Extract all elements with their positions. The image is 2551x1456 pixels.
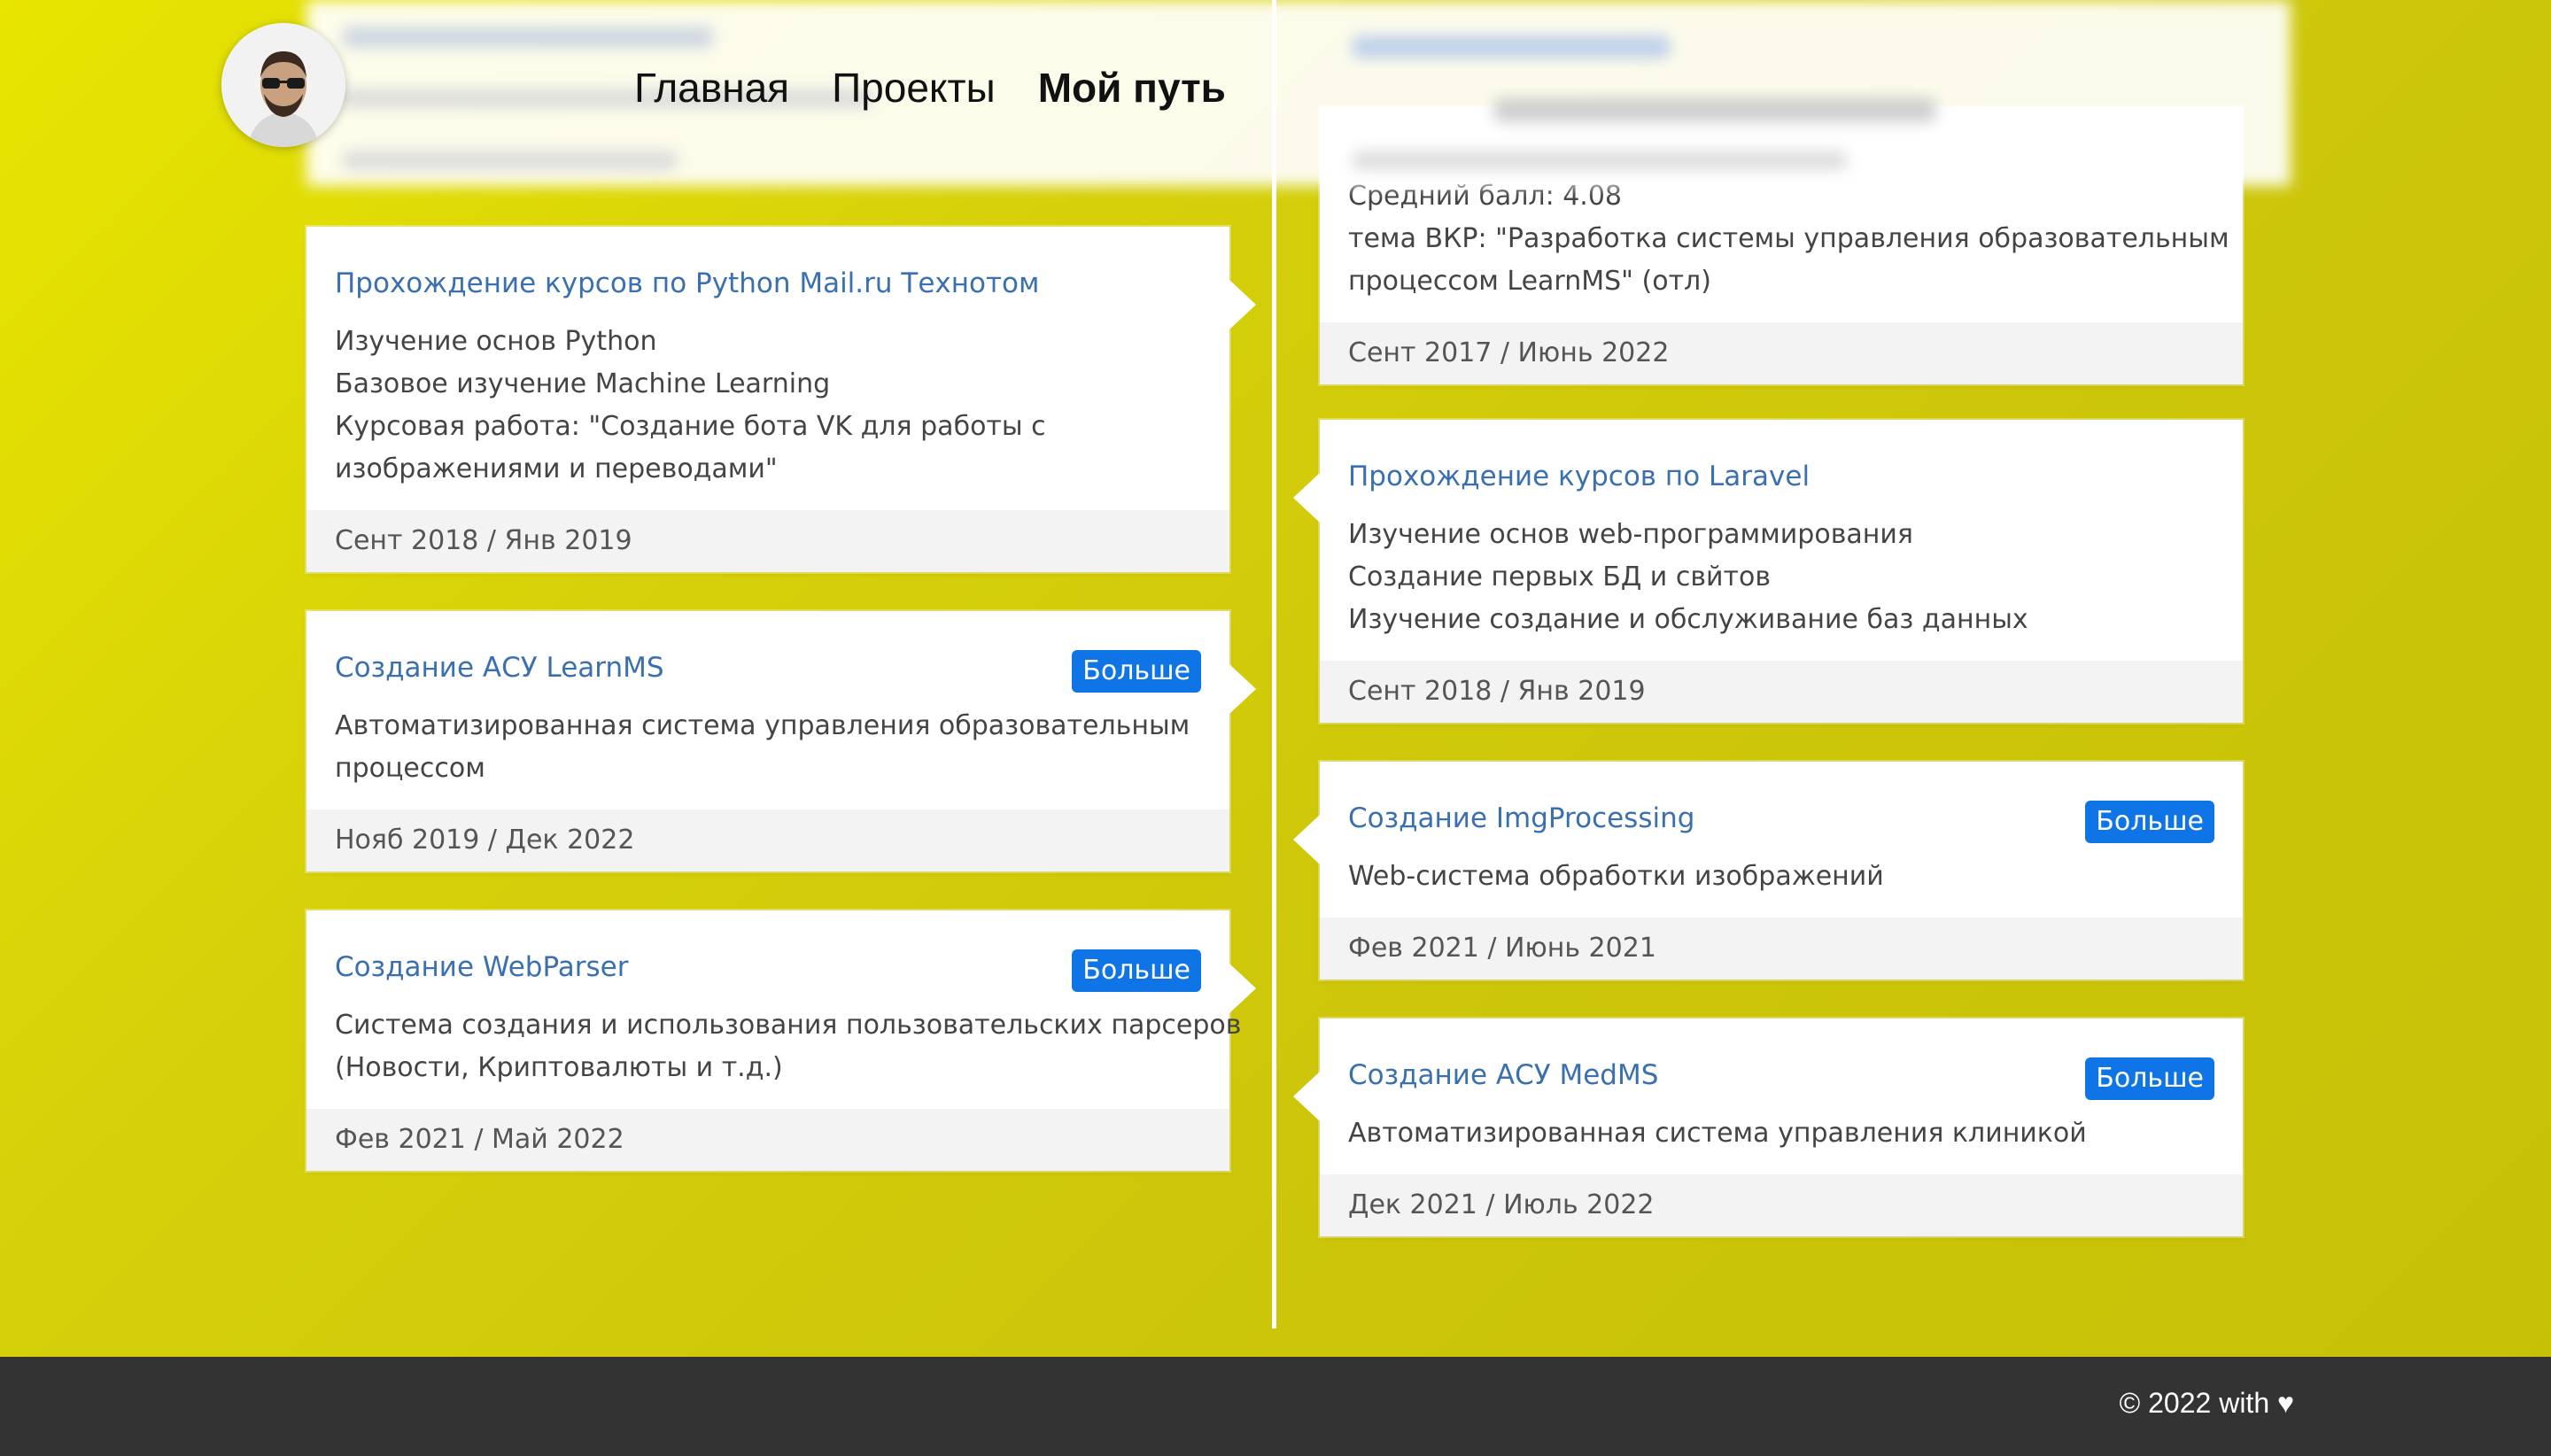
card-pointer — [1293, 1072, 1320, 1121]
card-description: Изучение основ Python Базовое изучение M… — [335, 321, 1201, 491]
card-dates: Фев 2021 / Июнь 2021 — [1320, 918, 2243, 980]
card-description: Средний балл: 4.08 тема ВКР: "Разработка… — [1348, 175, 2229, 303]
card-line: Базовое изучение Machine Learning — [335, 368, 831, 399]
card-line: Изучение создание и обслуживание баз дан… — [1348, 604, 2028, 635]
more-button[interactable]: Больше — [2085, 801, 2214, 843]
card-title: Создание ImgProcessing — [1348, 802, 1695, 834]
card-title: Прохождение курсов по Laravel — [1348, 461, 1811, 492]
header: Главная Проекты Мой путь — [0, 0, 2551, 186]
card-title: Создание АСУ LearnMS — [335, 652, 664, 684]
more-button[interactable]: Больше — [1072, 650, 1201, 693]
card-line: Автоматизированная система управления об… — [335, 710, 1190, 741]
timeline-card-python-course: Прохождение курсов по Python Mail.ru Тех… — [306, 227, 1256, 572]
card-line: Курсовая работа: "Создание бота VK для р… — [335, 411, 1046, 442]
card-title: Создание WebParser — [335, 951, 629, 983]
footer: © 2022 with ♥ — [0, 1357, 2551, 1456]
card-line: тема ВКР: "Разработка системы управления… — [1348, 223, 2229, 254]
timeline-card-imgprocessing: Создание ImgProcessing Больше Web-систем… — [1293, 762, 2243, 980]
card-dates: Нояб 2019 / Дек 2022 — [306, 809, 1229, 871]
card-line: процессом LearnMS" (отл) — [1348, 266, 1711, 297]
main-nav: Главная Проекты Мой путь — [634, 64, 1226, 112]
card-line: Система создания и использования пользов… — [335, 1010, 1242, 1041]
card-description: Web-система обработки изображений — [1348, 856, 2214, 898]
card-description: Изучение основ web-программирования Созд… — [1348, 514, 2214, 641]
card-description: Автоматизированная система управления кл… — [1348, 1112, 2214, 1155]
timeline-card-medms: Создание АСУ MedMS Больше Автоматизирова… — [1293, 1018, 2243, 1236]
card-pointer — [1229, 664, 1256, 714]
card-dates: Фев 2021 / Май 2022 — [306, 1109, 1229, 1171]
avatar[interactable] — [221, 23, 345, 147]
card-title: Прохождение курсов по Python Mail.ru Тех… — [335, 267, 1040, 299]
more-button[interactable]: Больше — [2085, 1057, 2214, 1100]
card-description: Автоматизированная система управления об… — [335, 705, 1201, 790]
card-line: Изучение основ web-программирования — [1348, 519, 1913, 550]
card-line: изображениями и переводами" — [335, 453, 778, 484]
card-dates: Сент 2018 / Янв 2019 — [306, 510, 1229, 572]
nav-link-my-path[interactable]: Мой путь — [1038, 64, 1226, 112]
card-pointer — [1293, 815, 1320, 864]
footer-copyright: © 2022 with ♥ — [2119, 1387, 2294, 1419]
card-line: (Новости, Криптовалюты и т.д.) — [335, 1052, 783, 1083]
timeline-card-learnms: Создание АСУ LearnMS Больше Автоматизиро… — [306, 611, 1256, 871]
timeline-line — [1272, 0, 1276, 1328]
card-title: Создание АСУ MedMS — [1348, 1059, 1659, 1091]
card-line: процессом — [335, 753, 485, 784]
nav-link-home[interactable]: Главная — [634, 64, 789, 112]
more-button[interactable]: Больше — [1072, 949, 1201, 992]
timeline-card-laravel-course: Прохождение курсов по Laravel Изучение о… — [1293, 420, 2243, 723]
card-line: Web-система обработки изображений — [1348, 861, 1884, 892]
card-line: Автоматизированная система управления кл… — [1348, 1118, 2087, 1149]
card-dates: Дек 2021 / Июль 2022 — [1320, 1174, 2243, 1236]
card-line: Создание первых БД и свйтов — [1348, 561, 1772, 592]
card-dates: Сент 2017 / Июнь 2022 — [1320, 322, 2243, 384]
card-pointer — [1229, 964, 1256, 1013]
card-pointer — [1293, 473, 1320, 523]
card-dates: Сент 2018 / Янв 2019 — [1320, 661, 2243, 723]
card-line: Изучение основ Python — [335, 326, 657, 357]
nav-link-projects[interactable]: Проекты — [832, 64, 996, 112]
avatar-photo — [221, 23, 345, 147]
card-pointer — [1229, 280, 1256, 329]
card-description: Система создания и использования пользов… — [335, 1004, 1242, 1089]
timeline-card-webparser: Создание WebParser Больше Система создан… — [306, 910, 1256, 1171]
